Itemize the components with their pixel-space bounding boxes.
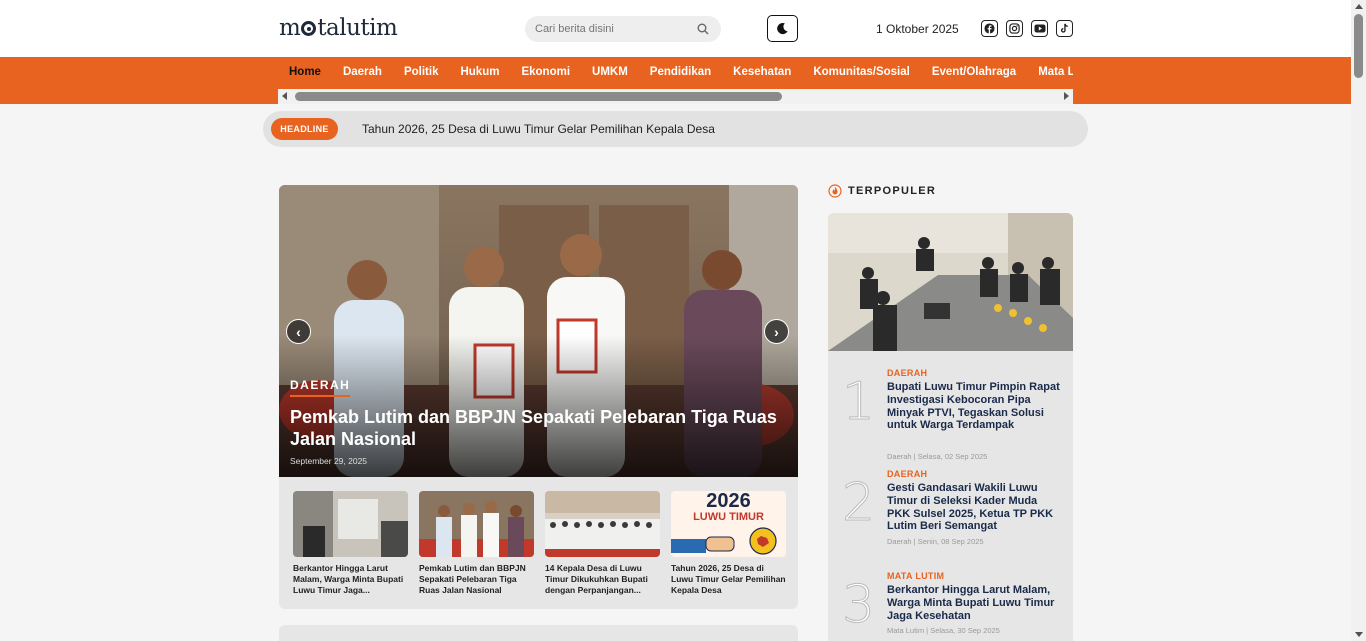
thumbnail-image [545,491,660,557]
thumbnail-place-text: LUWU TIMUR [693,511,764,523]
popular-title: TERPOPULER [848,185,937,197]
popular-meta: Daerah | Senin, 08 Sep 2025 [887,537,984,546]
thumbnail-year-text: 2026 [706,491,751,512]
popular-title-link[interactable]: Berkantor Hingga Larut Malam, Warga Mint… [887,584,1061,622]
instagram-icon[interactable] [1006,20,1023,37]
current-date: 1 Oktober 2025 [876,22,959,36]
scroll-up-arrow-icon[interactable] [1355,4,1363,9]
thumbnail-caption: Tahun 2026, 25 Desa di Luwu Timur Gelar … [671,563,786,595]
slider-thumbnails: Berkantor Hingga Larut Malam, Warga Mint… [279,477,798,609]
chevron-right-icon: › [774,323,779,340]
scrollbar-thumb[interactable] [295,92,782,101]
popular-title-link[interactable]: Bupati Luwu Timur Pimpin Rapat Investiga… [887,381,1061,432]
popular-item[interactable]: 2 DAERAH Gesti Gandasari Wakili Luwu Tim… [828,469,1073,564]
scroll-down-arrow-icon[interactable] [1355,632,1363,637]
thumbnail-card[interactable]: Berkantor Hingga Larut Malam, Warga Mint… [293,491,408,596]
thumbnail-card[interactable]: 2026 LUWU TIMUR Tahun 2026, 25 Desa di L… [671,491,786,596]
nav-item-home[interactable]: Home [278,57,332,87]
nav-item-politik[interactable]: Politik [393,57,450,87]
search-box [525,16,721,42]
thumbnail-image: 2026 LUWU TIMUR [671,491,786,557]
nav-item-umkm[interactable]: UMKM [581,57,639,87]
popular-rank: 3 [841,575,876,635]
tiktok-icon[interactable] [1056,20,1073,37]
nav-item-kesehatan[interactable]: Kesehatan [722,57,802,87]
popular-meta: Mata Lutim | Selasa, 30 Sep 2025 [887,626,1000,635]
slider-prev-button[interactable]: ‹ [286,319,311,344]
featured-date: September 29, 2025 [290,456,368,466]
slider-next-button[interactable]: › [764,319,789,344]
nav-item-mata-luwu-raya[interactable]: Mata Luwu Ray [1027,57,1073,87]
thumbnail-image [293,491,408,557]
fire-icon [828,184,842,198]
popular-meta: Daerah | Selasa, 02 Sep 2025 [887,452,988,461]
logo-text-start: m [279,15,301,41]
youtube-icon[interactable] [1031,20,1048,37]
headline-ticker: HEADLINE Tahun 2026, 25 Desa di Luwu Tim… [263,111,1088,147]
thumbnail-card[interactable]: Pemkab Lutim dan BBPJN Sepakati Pelebara… [419,491,534,596]
social-links [981,20,1073,37]
logo-text-end: talutim [317,15,398,41]
featured-slider[interactable]: ‹ › DAERAH Pemkab Lutim dan BBPJN Sepaka… [279,185,798,477]
search-input[interactable] [535,20,685,38]
popular-header: TERPOPULER [828,184,936,198]
dark-mode-toggle[interactable] [767,15,798,42]
featured-category[interactable]: DAERAH [290,378,351,397]
thumbnail-caption: Pemkab Lutim dan BBPJN Sepakati Pelebara… [419,563,526,595]
thumbnail-image [419,491,534,557]
popular-category[interactable]: DAERAH [887,368,927,378]
thumbnail-caption: Berkantor Hingga Larut Malam, Warga Mint… [293,563,404,595]
site-header: m talutim 1 Oktober 2025 [0,0,1351,57]
popular-item[interactable]: 1 DAERAH Bupati Luwu Timur Pimpin Rapat … [828,368,1073,463]
popular-item[interactable]: 3 MATA LUTIM Berkantor Hingga Larut Mala… [828,571,1073,641]
facebook-icon[interactable] [981,20,998,37]
page-scrollbar-thumb[interactable] [1354,14,1363,78]
nav-item-hukum[interactable]: Hukum [449,57,510,87]
thumbnail-caption: 14 Kepala Desa di Luwu Timur Dikukuhkan … [545,563,648,595]
nav-menu: Home Daerah Politik Hukum Ekonomi UMKM Pendidi… [278,57,1073,89]
popular-title-link[interactable]: Gesti Gandasari Wakili Luwu Timur di Sel… [887,482,1061,533]
popular-rank: 1 [841,372,876,432]
popular-top-image[interactable] [828,213,1073,351]
headline-text[interactable]: Tahun 2026, 25 Desa di Luwu Timur Gelar … [362,122,715,136]
thumbnail-card[interactable]: 14 Kepala Desa di Luwu Timur Dikukuhkan … [545,491,660,596]
site-logo[interactable]: m talutim [279,15,398,41]
nav-item-ekonomi[interactable]: Ekonomi [510,57,581,87]
nav-item-event-olahraga[interactable]: Event/Olahraga [921,57,1027,87]
popular-category[interactable]: DAERAH [887,469,927,479]
nav-item-daerah[interactable]: Daerah [332,57,393,87]
search-icon[interactable] [697,23,709,35]
nav-horizontal-scrollbar[interactable] [278,89,1073,104]
page-vertical-scrollbar[interactable] [1351,0,1366,641]
popular-list: 1 DAERAH Bupati Luwu Timur Pimpin Rapat … [828,351,1073,641]
popular-category[interactable]: MATA LUTIM [887,571,944,581]
main-navigation: Home Daerah Politik Hukum Ekonomi UMKM Pendidi… [0,57,1351,104]
moon-icon [777,22,788,35]
chevron-left-icon: ‹ [296,323,301,340]
featured-title[interactable]: Pemkab Lutim dan BBPJN Sepakati Pelebara… [290,406,780,450]
scroll-left-arrow-icon[interactable] [282,92,287,100]
nav-item-komunitas-sosial[interactable]: Komunitas/Sosial [802,57,921,87]
scroll-right-arrow-icon[interactable] [1064,92,1069,100]
logo-eye-icon [301,21,317,36]
next-content-section [279,625,798,641]
nav-item-pendidikan[interactable]: Pendidikan [639,57,722,87]
headline-badge: HEADLINE [271,118,338,140]
popular-rank: 2 [841,473,876,533]
